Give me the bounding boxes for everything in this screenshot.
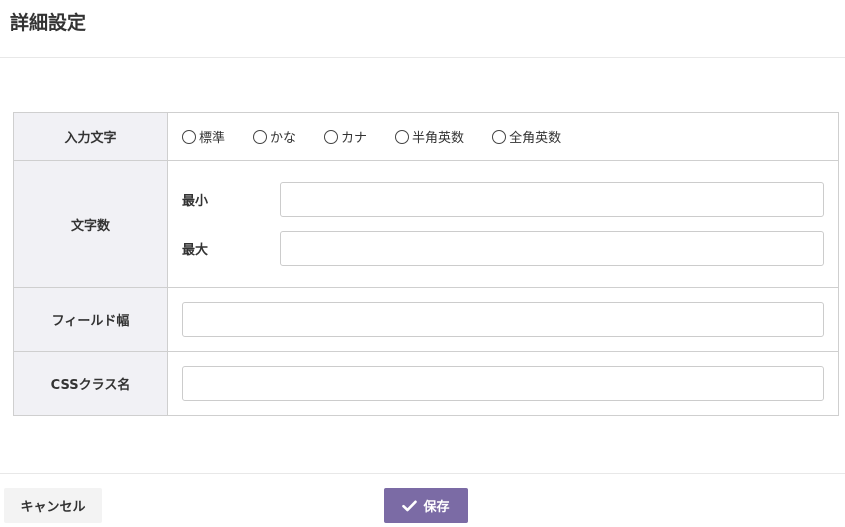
min-length-label: 最小 — [182, 194, 209, 209]
modal-header: 詳細設定 — [0, 0, 845, 58]
radio-button-icon[interactable] — [182, 129, 196, 144]
input-type-row: 入力文字 標準 かな カナ 半角英数 全角英数 — [13, 112, 839, 161]
min-length-row: 最小 — [182, 182, 824, 217]
radio-label: かな — [270, 131, 297, 146]
input-type-cell: 標準 かな カナ 半角英数 全角英数 — [167, 112, 839, 161]
max-length-label: 最大 — [182, 243, 209, 258]
field-width-row: フィールド幅 — [13, 287, 839, 352]
radio-button-icon[interactable] — [395, 129, 410, 144]
radio-label: 全角英数 — [509, 131, 562, 146]
radio-option-katakana[interactable]: カナ — [324, 127, 367, 146]
field-width-input[interactable] — [182, 302, 824, 337]
radio-button-icon[interactable] — [492, 129, 507, 144]
radio-button-icon[interactable] — [253, 129, 268, 144]
length-cell: 最小 最大 — [167, 160, 839, 288]
modal-footer: キャンセル 保存 — [0, 473, 845, 527]
radio-option-hiragana[interactable]: かな — [253, 127, 296, 146]
css-class-label: CSSクラス名 — [13, 351, 168, 416]
max-length-row: 最大 — [182, 231, 824, 266]
css-class-input[interactable] — [182, 366, 824, 401]
radio-button-icon[interactable] — [324, 129, 339, 144]
save-button-label: 保存 — [423, 500, 450, 515]
radio-label: 標準 — [199, 131, 226, 146]
input-type-label: 入力文字 — [13, 112, 168, 161]
length-label: 文字数 — [13, 160, 168, 288]
css-class-row: CSSクラス名 — [13, 351, 839, 416]
input-type-radio-group: 標準 かな カナ 半角英数 全角英数 — [182, 127, 824, 146]
radio-label: 半角英数 — [412, 131, 465, 146]
radio-option-fullwidth-alnum[interactable]: 全角英数 — [492, 127, 561, 146]
check-icon — [402, 500, 418, 511]
field-width-label: フィールド幅 — [13, 287, 168, 352]
save-button[interactable]: 保存 — [384, 488, 468, 523]
radio-label: カナ — [341, 131, 368, 146]
radio-option-standard[interactable]: 標準 — [182, 127, 225, 146]
min-length-input[interactable] — [280, 182, 824, 217]
modal-title: 詳細設定 — [10, 12, 87, 34]
field-width-cell — [167, 287, 839, 352]
css-class-cell — [167, 351, 839, 416]
length-row: 文字数 最小 最大 — [13, 160, 839, 288]
max-length-input[interactable] — [280, 231, 824, 266]
cancel-button[interactable]: キャンセル — [4, 488, 102, 523]
radio-option-halfwidth-alnum[interactable]: 半角英数 — [395, 127, 464, 146]
settings-table: 入力文字 標準 かな カナ 半角英数 全角英数 文字数 最小 最大 フィールド幅… — [13, 112, 839, 416]
